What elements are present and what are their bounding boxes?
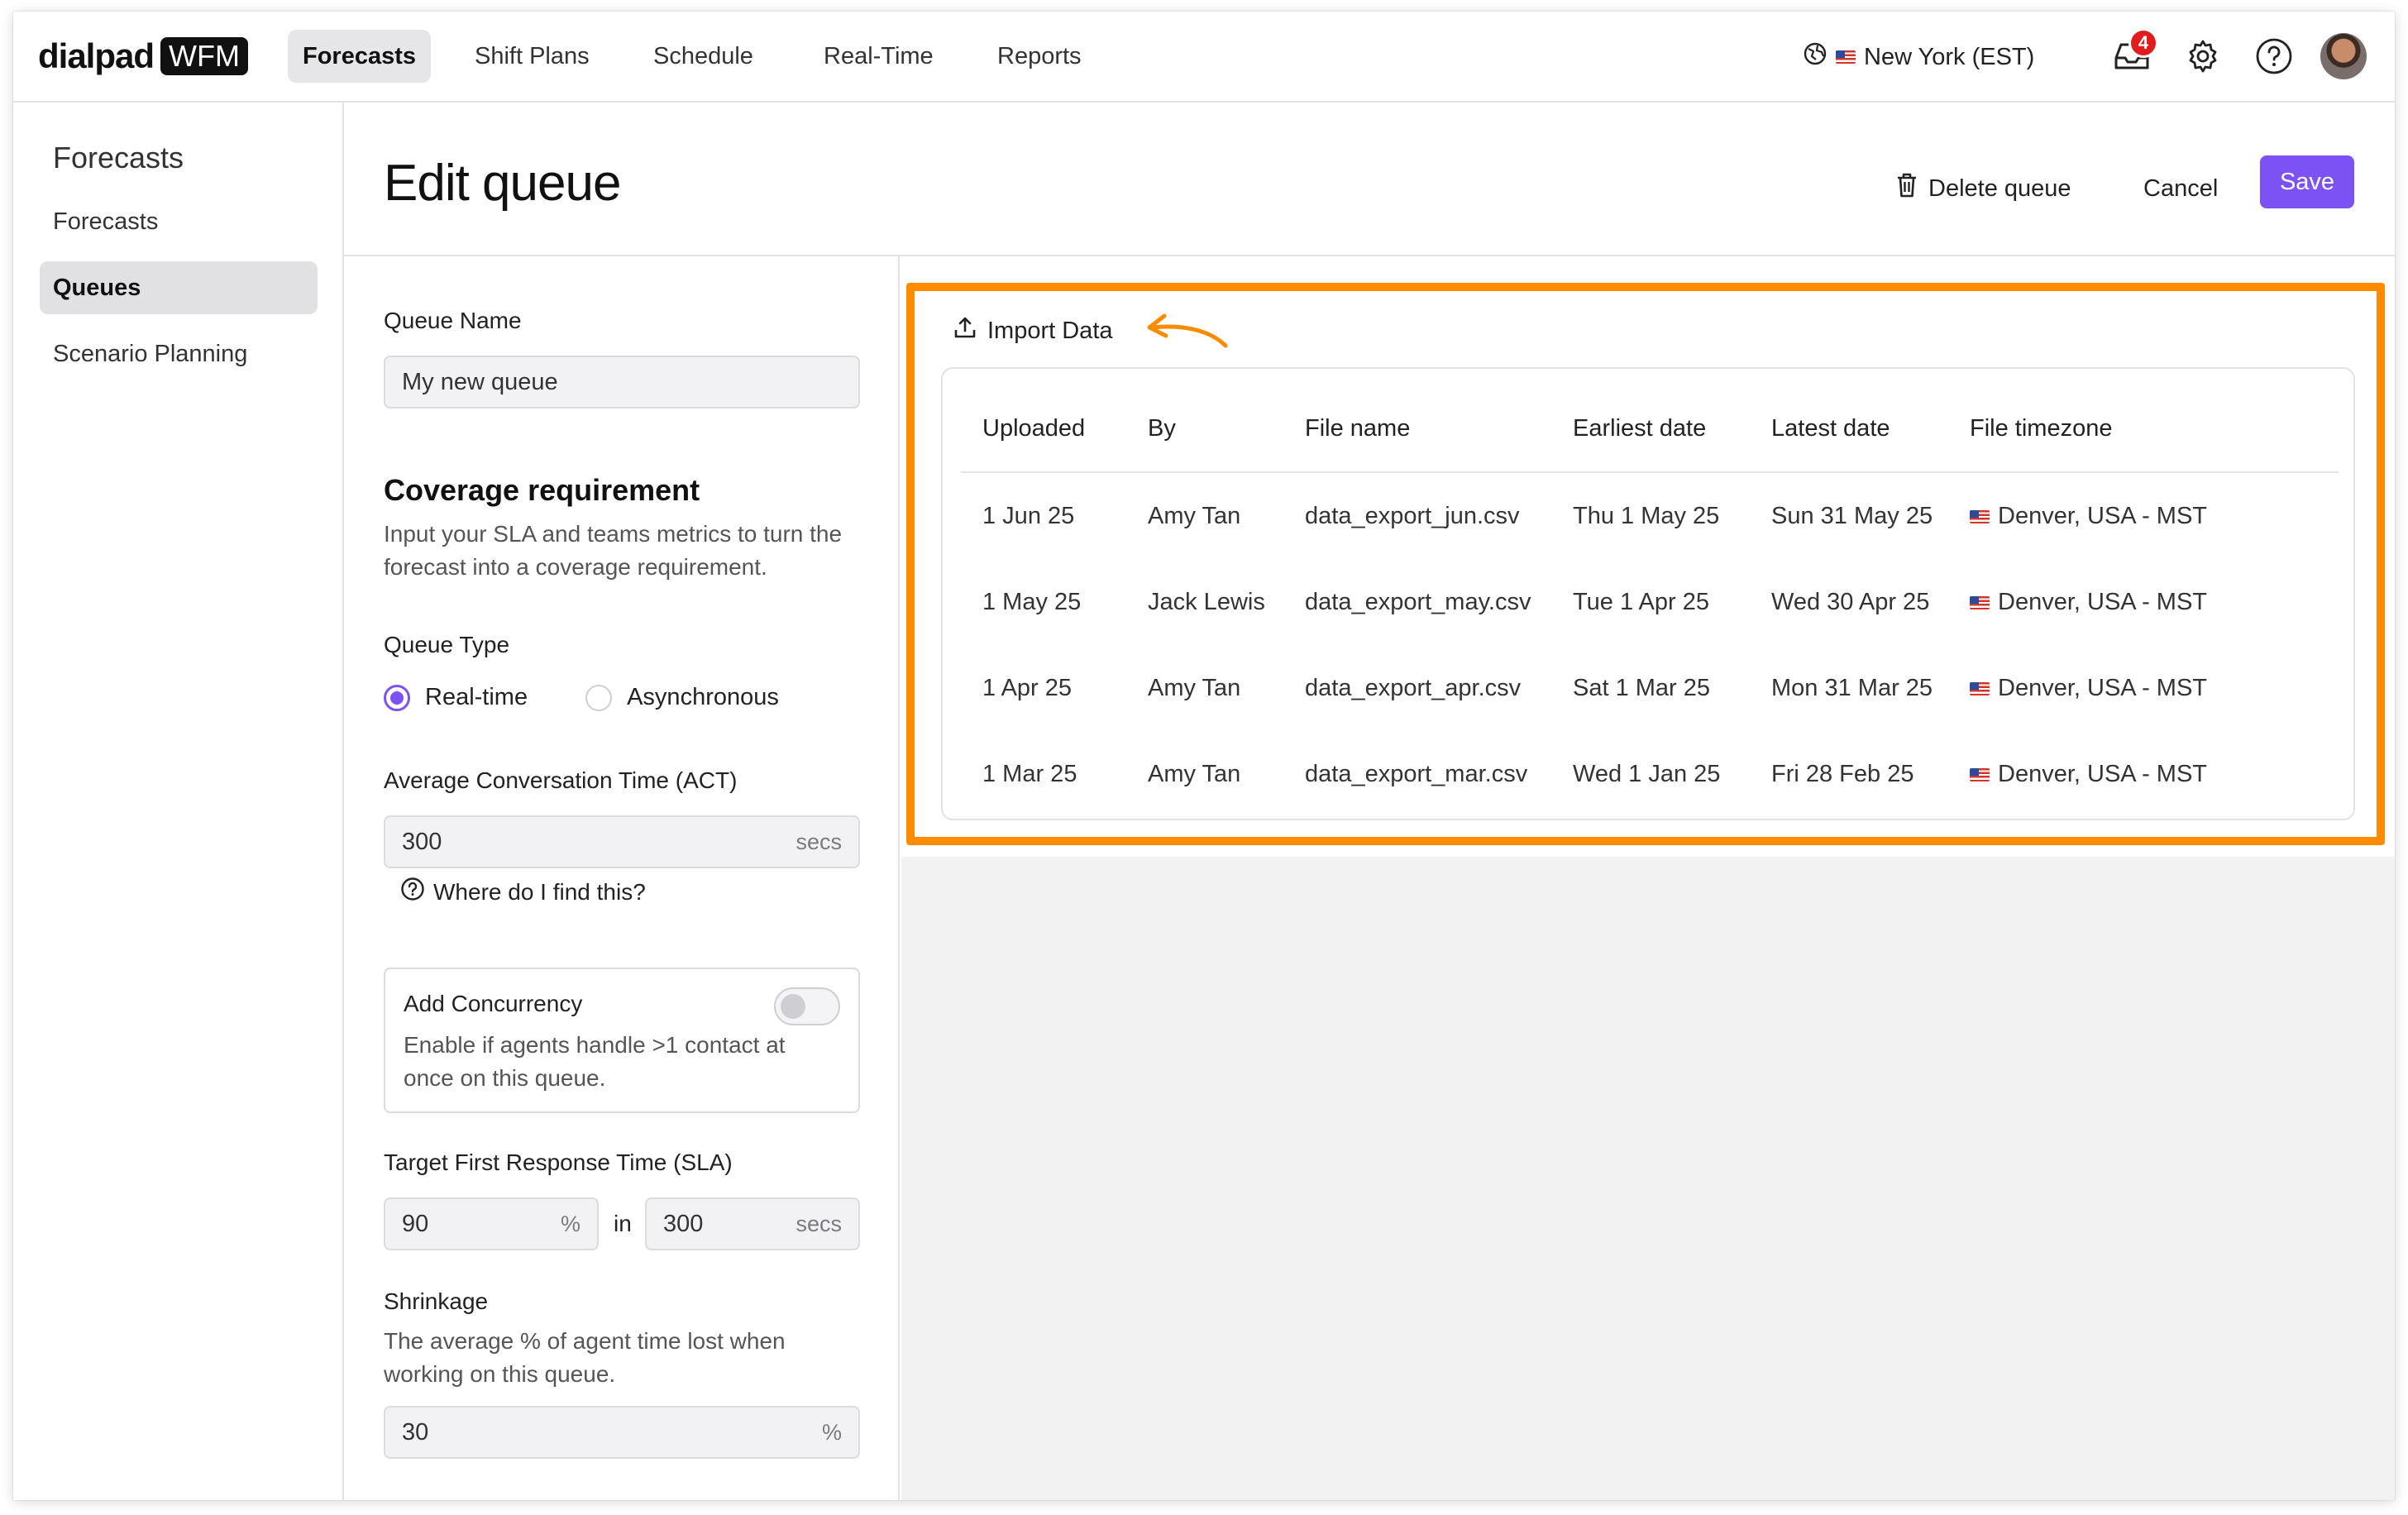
sla-percent-input[interactable]: 90 % bbox=[384, 1197, 599, 1250]
page-title: Edit queue bbox=[384, 155, 621, 212]
queue-name-label: Queue Name bbox=[384, 308, 522, 333]
act-label: Average Conversation Time (ACT) bbox=[384, 767, 738, 793]
radio-asynchronous-label[interactable]: Asynchronous bbox=[627, 684, 779, 711]
act-input[interactable]: 300 secs bbox=[384, 815, 860, 868]
coverage-description: Input your SLA and teams metrics to turn… bbox=[384, 521, 843, 580]
save-button[interactable]: Save bbox=[2260, 155, 2354, 208]
shrinkage-value: 30 bbox=[402, 1418, 429, 1446]
sla-secs-unit: secs bbox=[796, 1211, 842, 1236]
queue-type-label: Queue Type bbox=[384, 632, 510, 657]
sidebar-item-forecasts[interactable]: Forecasts bbox=[40, 195, 318, 248]
queue-name-value: My new queue bbox=[402, 368, 558, 395]
flag-us-icon bbox=[1836, 50, 1856, 64]
sla-percent-unit: % bbox=[560, 1211, 580, 1236]
highlight-frame bbox=[906, 283, 2385, 845]
shrinkage-description: The average % of agent time lost when wo… bbox=[384, 1328, 786, 1387]
brand-name: dialpad bbox=[38, 36, 155, 75]
settings-button[interactable] bbox=[2181, 36, 2224, 79]
sidebar-title: Forecasts bbox=[53, 141, 184, 174]
brand-logo[interactable]: dialpad WFM bbox=[38, 36, 248, 76]
empty-panel-area bbox=[901, 857, 2395, 1500]
top-nav: dialpad WFM Forecasts Shift Plans Schedu… bbox=[13, 12, 2395, 103]
delete-queue-button[interactable]: Delete queue bbox=[1895, 165, 2071, 212]
delete-queue-label: Delete queue bbox=[1928, 174, 2071, 202]
act-value: 300 bbox=[402, 828, 442, 855]
trash-icon bbox=[1895, 172, 1918, 205]
queue-name-input[interactable]: My new queue bbox=[384, 356, 860, 409]
sla-label: Target First Response Time (SLA) bbox=[384, 1149, 733, 1175]
queue-type-radio-group: Real-time Asynchronous bbox=[384, 684, 779, 711]
act-unit: secs bbox=[796, 829, 842, 854]
sla-in-label: in bbox=[614, 1211, 632, 1236]
brand-product-badge: WFM bbox=[160, 37, 248, 75]
app-window: dialpad WFM Forecasts Shift Plans Schedu… bbox=[13, 12, 2395, 1500]
radio-asynchronous[interactable] bbox=[585, 684, 613, 711]
shrinkage-input[interactable]: 30 % bbox=[384, 1406, 860, 1459]
where-find-label: Where do I find this? bbox=[433, 878, 646, 905]
help-circle-icon bbox=[400, 877, 425, 907]
concurrency-description: Enable if agents handle >1 contact at on… bbox=[404, 1032, 786, 1091]
timezone-label: New York (EST) bbox=[1864, 43, 2035, 70]
shrinkage-label: Shrinkage bbox=[384, 1288, 489, 1314]
cancel-button[interactable]: Cancel bbox=[2143, 165, 2218, 212]
sidebar-item-scenario-planning[interactable]: Scenario Planning bbox=[40, 327, 318, 380]
sla-secs-value: 300 bbox=[663, 1210, 704, 1237]
radio-real-time[interactable] bbox=[384, 684, 410, 711]
where-find-link[interactable]: Where do I find this? bbox=[400, 877, 646, 907]
sidebar-item-queues[interactable]: Queues bbox=[40, 261, 318, 314]
sidebar: Forecasts Forecasts Queues Scenario Plan… bbox=[13, 103, 344, 1500]
nav-tab-schedule[interactable]: Schedule bbox=[638, 30, 768, 83]
radio-real-time-label[interactable]: Real-time bbox=[425, 684, 528, 711]
coverage-title: Coverage requirement bbox=[384, 473, 700, 507]
sla-percent-value: 90 bbox=[402, 1210, 429, 1237]
sla-secs-input[interactable]: 300 secs bbox=[645, 1197, 860, 1250]
nav-tab-reports[interactable]: Reports bbox=[982, 30, 1096, 83]
concurrency-title: Add Concurrency bbox=[404, 991, 583, 1016]
concurrency-card: Add Concurrency Enable if agents handle … bbox=[384, 968, 860, 1113]
help-button[interactable] bbox=[2253, 36, 2296, 79]
shrinkage-unit: % bbox=[821, 1419, 842, 1445]
help-icon bbox=[2255, 37, 2293, 79]
timezone-selector[interactable]: New York (EST) bbox=[1803, 36, 2034, 78]
notification-badge: 4 bbox=[2128, 28, 2158, 58]
queue-form: Queue Name My new queue Coverage require… bbox=[344, 256, 900, 1500]
avatar[interactable] bbox=[2320, 33, 2367, 79]
nav-tab-real-time[interactable]: Real-Time bbox=[809, 30, 948, 83]
inbox-button[interactable]: 4 bbox=[2110, 28, 2158, 79]
gear-icon bbox=[2185, 38, 2221, 79]
nav-tab-forecasts[interactable]: Forecasts bbox=[288, 30, 432, 83]
globe-icon bbox=[1803, 41, 1828, 73]
nav-tab-shift-plans[interactable]: Shift Plans bbox=[460, 30, 604, 83]
concurrency-toggle[interactable] bbox=[774, 987, 840, 1025]
